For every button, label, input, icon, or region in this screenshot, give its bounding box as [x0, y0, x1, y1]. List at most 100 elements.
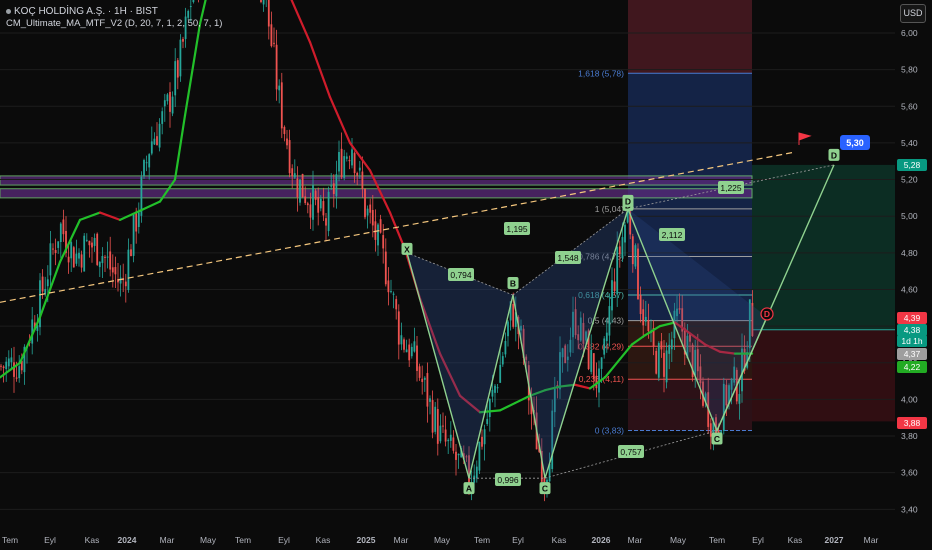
candle-body — [75, 253, 78, 264]
candle-body — [475, 466, 478, 479]
candle-body — [67, 256, 70, 263]
candle-body — [410, 346, 413, 357]
time-tick-label: Kas — [788, 535, 803, 545]
candle-body — [296, 178, 299, 198]
candle-body — [426, 373, 429, 407]
supply-zone-2 — [0, 188, 753, 199]
candle-body — [603, 338, 606, 355]
candle-body — [504, 340, 507, 355]
candle-body — [429, 398, 431, 402]
candle-body — [127, 249, 130, 291]
candle-body — [377, 224, 379, 246]
candle-body — [304, 196, 307, 204]
time-tick-label: May — [670, 535, 687, 545]
candle-body — [10, 357, 13, 363]
candle-body — [483, 429, 486, 445]
candle-body — [85, 239, 88, 241]
candle-body — [273, 42, 275, 44]
candle-body — [397, 311, 400, 345]
candle-body — [130, 249, 132, 257]
price-chart[interactable]: 1,618 (5,78)1 (5,04)0,786 (4,78)0,618 (4… — [0, 0, 932, 550]
candle-body — [416, 345, 418, 371]
candle-body — [361, 171, 364, 189]
candle-body — [379, 219, 382, 233]
ratio-label: 1,195 — [506, 224, 528, 234]
ratio-label: 0,794 — [450, 270, 472, 280]
candle-body — [491, 389, 494, 397]
candle-body — [293, 173, 296, 178]
symbol-title[interactable]: KOÇ HOLDİNG A.Ş. · 1H · BIST — [6, 6, 222, 18]
time-tick-label: Mar — [160, 535, 175, 545]
candle-body — [382, 235, 385, 249]
candle-body — [631, 236, 634, 265]
price-axis-badge-text: 1d 1h — [901, 336, 923, 346]
candle-body — [72, 247, 75, 268]
price-tick-label: 4,80 — [901, 248, 918, 258]
time-tick-label: Mar — [394, 535, 409, 545]
candle-body — [15, 377, 18, 379]
candle-body — [169, 91, 171, 112]
pattern1-point-x: X — [404, 244, 410, 254]
candle-body — [88, 240, 91, 246]
candle-body — [83, 235, 86, 272]
indicator-legend[interactable]: CM_Ultimate_MA_MTF_V2 (D, 20, 7, 1, 2, 5… — [6, 18, 222, 30]
symbol-line: KOÇ HOLDİNG A.Ş. · 1H · BIST — [14, 6, 158, 17]
candle-body — [613, 281, 616, 292]
candle-body — [639, 295, 642, 315]
price-axis-badge-text: 4,39 — [904, 313, 921, 323]
price-axis-badge-text: 4,38 — [904, 325, 921, 335]
pattern2-point-c: C — [714, 434, 720, 444]
ma-segment — [138, 200, 162, 212]
pattern2-point-d: D — [831, 150, 837, 160]
fib-level-label: 1,618 (5,78) — [578, 68, 624, 78]
price-tick-label: 6,00 — [901, 28, 918, 38]
time-tick-label: Kas — [316, 535, 331, 545]
candle-body — [301, 173, 304, 198]
candle-body — [54, 249, 57, 253]
candle-body — [351, 149, 353, 166]
candle-body — [621, 237, 624, 259]
candle-body — [13, 362, 15, 377]
candle-body — [182, 38, 184, 42]
candle-body — [283, 126, 286, 135]
candle-body — [663, 352, 665, 377]
candle-body — [163, 100, 166, 107]
candle-body — [101, 256, 104, 264]
candle-body — [644, 316, 647, 322]
pattern2-point-x: D — [625, 196, 631, 206]
candle-body — [93, 237, 96, 246]
candle-body — [488, 399, 491, 417]
candle-body — [291, 168, 294, 177]
candle-body — [309, 204, 312, 218]
candle-body — [356, 172, 359, 176]
time-tick-label: Eyl — [278, 535, 290, 545]
target-label: 5,30 — [846, 138, 864, 148]
candle-body — [104, 256, 106, 258]
time-tick-label: Kas — [85, 535, 100, 545]
candle-body — [62, 219, 65, 235]
candle-body — [358, 167, 361, 171]
candle-body — [119, 277, 122, 284]
candle-body — [148, 154, 151, 168]
candle-body — [384, 251, 387, 285]
time-tick-label: Eyl — [752, 535, 764, 545]
candle-body — [145, 162, 148, 164]
candle-body — [390, 291, 392, 293]
candle-body — [496, 387, 499, 389]
candle-body — [655, 350, 658, 374]
price-axis-badge-text: 4,37 — [904, 349, 921, 359]
candle-body — [611, 280, 613, 311]
candle-body — [449, 434, 452, 441]
chart-header: KOÇ HOLDİNG A.Ş. · 1H · BIST CM_Ultimate… — [6, 6, 222, 30]
candle-body — [507, 321, 509, 337]
candle-body — [592, 353, 595, 380]
candle-body — [642, 309, 645, 326]
candle-body — [660, 341, 663, 350]
candle-body — [343, 156, 346, 178]
candle-body — [70, 242, 73, 259]
candle-body — [319, 198, 322, 209]
time-tick-label: Mar — [864, 535, 879, 545]
candle-body — [369, 204, 372, 213]
currency-button[interactable]: USD — [900, 4, 926, 23]
price-axis-badge-text: 4,22 — [904, 362, 921, 372]
